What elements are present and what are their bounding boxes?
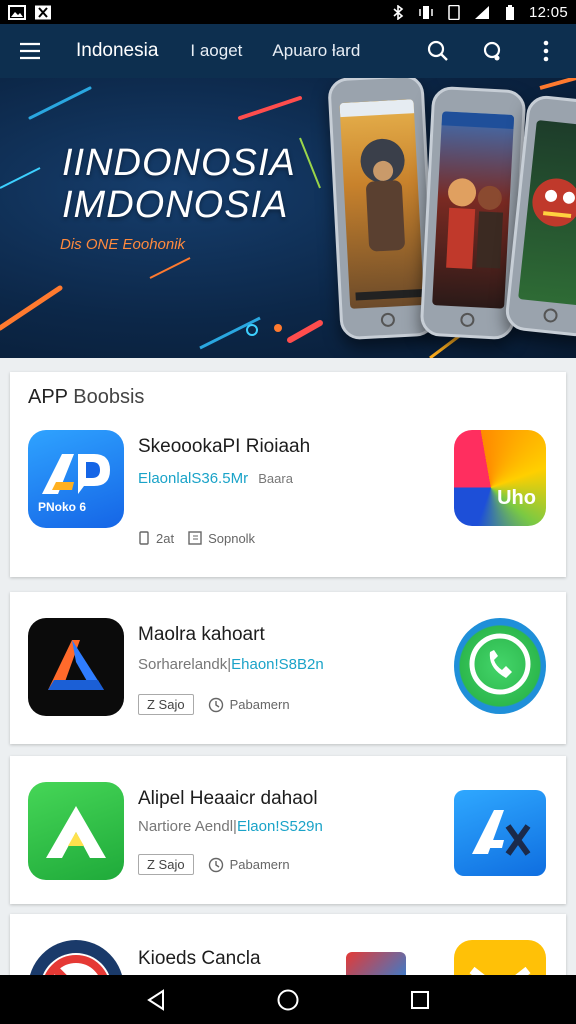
banner-subtitle: Dis ONE Eoohonik [60,236,186,253]
app-meta: Z Sajo Pabamern [138,854,290,875]
meta-b-label: Pabamern [229,697,290,712]
more-button[interactable] [528,33,564,69]
app-meta: Z Sajo Pabamern [138,694,290,715]
search-button[interactable] [420,33,456,69]
triangle-logo-icon [48,640,104,690]
home-icon [277,989,299,1010]
app-price-value: ElaonlalS36.5Mr [138,470,249,487]
a-logo-icon [46,806,106,858]
app-price-value: Elaon!S529n [236,818,323,835]
app-title: Indonesia [76,40,159,61]
tab-second[interactable]: Apuaro ƚard [272,41,360,61]
tab-first[interactable]: I aoget [190,41,242,61]
image-icon [8,4,26,20]
app-name[interactable]: Alipel Heaaicr dahaol [138,788,318,810]
section-title: APP Boobsis [28,386,144,409]
menu-button[interactable] [12,33,48,69]
banner-title-line1: IINDONOSIA [62,142,296,184]
promo-banner[interactable]: IINDONOSIA IMDONOSIA Dis ONE Eoohonik [0,78,576,358]
recents-icon [411,990,429,1009]
battery-icon [501,4,519,20]
signal-icon [473,5,491,20]
app-name[interactable]: Kioeds Cancla [138,948,261,970]
app-bar: Indonesia I aoget Apuaro ƚard [0,24,576,78]
app-price-prefix: Nartiore Aendl| [138,818,237,835]
app-price: Nartiore Aendl|Elaon!S529n [138,818,323,835]
home-button[interactable] [268,980,308,1020]
navigation-bar [0,975,576,1024]
banner-title: IINDONOSIA IMDONOSIA [62,142,296,226]
app-price: Sorharelandk|Ehaon!S8B2n [138,656,324,673]
search-icon [427,40,448,61]
chip-label: Z Sajo [147,857,185,872]
app-price-extra: Baara [258,471,293,486]
app-icon[interactable] [28,782,124,880]
whatsapp-icon[interactable] [454,618,546,714]
back-icon [147,988,164,1011]
meta-b: Sopnolk [188,530,255,546]
x-box-icon [34,5,52,20]
headset-button[interactable] [474,33,510,69]
app-card: Maolra kahoart Sorharelandk|Ehaon!S8B2n … [10,592,566,744]
size-chip[interactable]: Z Sajo [138,854,194,875]
section-title-b: Boobsis [73,386,145,408]
size-chip[interactable]: Z Sajo [138,694,194,715]
phone-handset-icon [469,633,531,695]
right-app-icon[interactable] [454,790,546,876]
menu-icon [20,42,40,60]
meta-a: 2at [138,530,174,546]
recents-button[interactable] [400,980,440,1020]
app-price: ElaonlalS36.5Mr Baara [138,470,293,487]
app-meta: 2at Sopnolk [138,530,255,546]
clock-icon [208,697,223,712]
meta-b: Pabamern [208,697,290,713]
app-icon[interactable] [28,618,124,716]
app-card: Alipel Heaaicr dahaol Nartiore Aendl|Ela… [10,756,566,904]
app-name[interactable]: SkeoookaPI Rioiaah [138,436,310,458]
app-icon-label: PNoko 6 [38,500,87,514]
ax-logo-icon [472,810,531,856]
headset-icon [483,41,501,61]
app-price-value: Ehaon!S8B2n [231,656,324,673]
section-title-a: APP [28,386,68,408]
meta-b-label: Pabamern [229,857,290,872]
doc-icon [188,531,202,545]
chip-label: Z Sajo [147,697,185,712]
back-button[interactable] [136,980,176,1020]
more-vert-icon [543,40,549,62]
phone-icon [445,4,463,20]
app-price-prefix: Sorharelandk| [138,656,232,673]
status-time: 12:05 [528,3,568,21]
status-bar: 12:05 [0,0,576,24]
banner-title-line2: IMDONOSIA [62,184,289,226]
right-app-icon[interactable]: Uho [454,430,546,526]
clock-icon [208,857,223,872]
vibrate-icon [417,5,435,20]
download-icon [139,531,149,545]
app-name[interactable]: Maolra kahoart [138,624,265,646]
meta-b: Pabamern [208,857,290,873]
meta-a-label: 2at [156,530,175,546]
right-app-icon-label: Uho [497,487,536,509]
section-card: APP Boobsis PNoko 6 SkeoookaPI Rioiaah E… [10,372,566,577]
meta-b-label: Sopnolk [208,530,256,546]
bluetooth-icon [389,4,407,20]
app-icon[interactable]: PNoko 6 [28,430,124,528]
